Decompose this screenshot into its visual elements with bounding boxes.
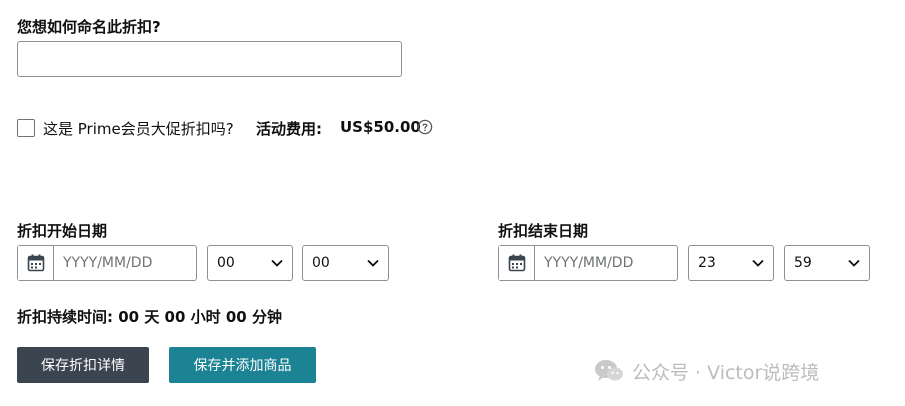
calendar-icon[interactable]: [499, 246, 535, 280]
start-hour-select[interactable]: 00: [207, 245, 293, 281]
fee-value: US$50.00: [340, 118, 421, 136]
start-date-input[interactable]: [54, 246, 196, 280]
discount-duration-text: 折扣持续时间: 00 天 00 小时 00 分钟: [17, 308, 282, 326]
discount-name-input[interactable]: [17, 41, 402, 77]
end-date-picker[interactable]: [498, 245, 678, 281]
prime-checkbox-label: 这是 Prime会员大促折扣吗?: [43, 120, 234, 138]
chevron-down-icon: [752, 259, 764, 267]
help-icon[interactable]: [417, 119, 433, 135]
discount-form: 您想如何命名此折扣? 这是 Prime会员大促折扣吗? 活动费用: US$50.…: [0, 0, 905, 406]
start-date-label: 折扣开始日期: [17, 222, 108, 240]
prime-checkbox[interactable]: [17, 119, 35, 137]
wechat-icon: [595, 360, 623, 381]
chevron-down-icon: [271, 259, 283, 267]
end-date-label: 折扣结束日期: [498, 222, 589, 240]
end-hour-select[interactable]: 23: [688, 245, 774, 281]
end-hour-value: 23: [698, 255, 716, 271]
start-minute-value: 00: [312, 255, 330, 271]
end-minute-select[interactable]: 59: [784, 245, 870, 281]
watermark: 公众号 · Victor说跨境: [594, 356, 819, 386]
start-minute-select[interactable]: 00: [302, 245, 389, 281]
chevron-down-icon: [367, 259, 379, 267]
save-and-add-products-button[interactable]: 保存并添加商品: [169, 347, 316, 383]
fee-label: 活动费用:: [256, 120, 322, 138]
end-date-input[interactable]: [535, 246, 677, 280]
start-date-picker[interactable]: [17, 245, 197, 281]
calendar-icon[interactable]: [18, 246, 54, 280]
end-minute-value: 59: [794, 255, 812, 271]
start-hour-value: 00: [217, 255, 235, 271]
watermark-text: 公众号 · Victor说跨境: [632, 361, 820, 384]
discount-name-label: 您想如何命名此折扣?: [17, 18, 161, 36]
save-details-button[interactable]: 保存折扣详情: [17, 347, 149, 383]
chevron-down-icon: [848, 259, 860, 267]
